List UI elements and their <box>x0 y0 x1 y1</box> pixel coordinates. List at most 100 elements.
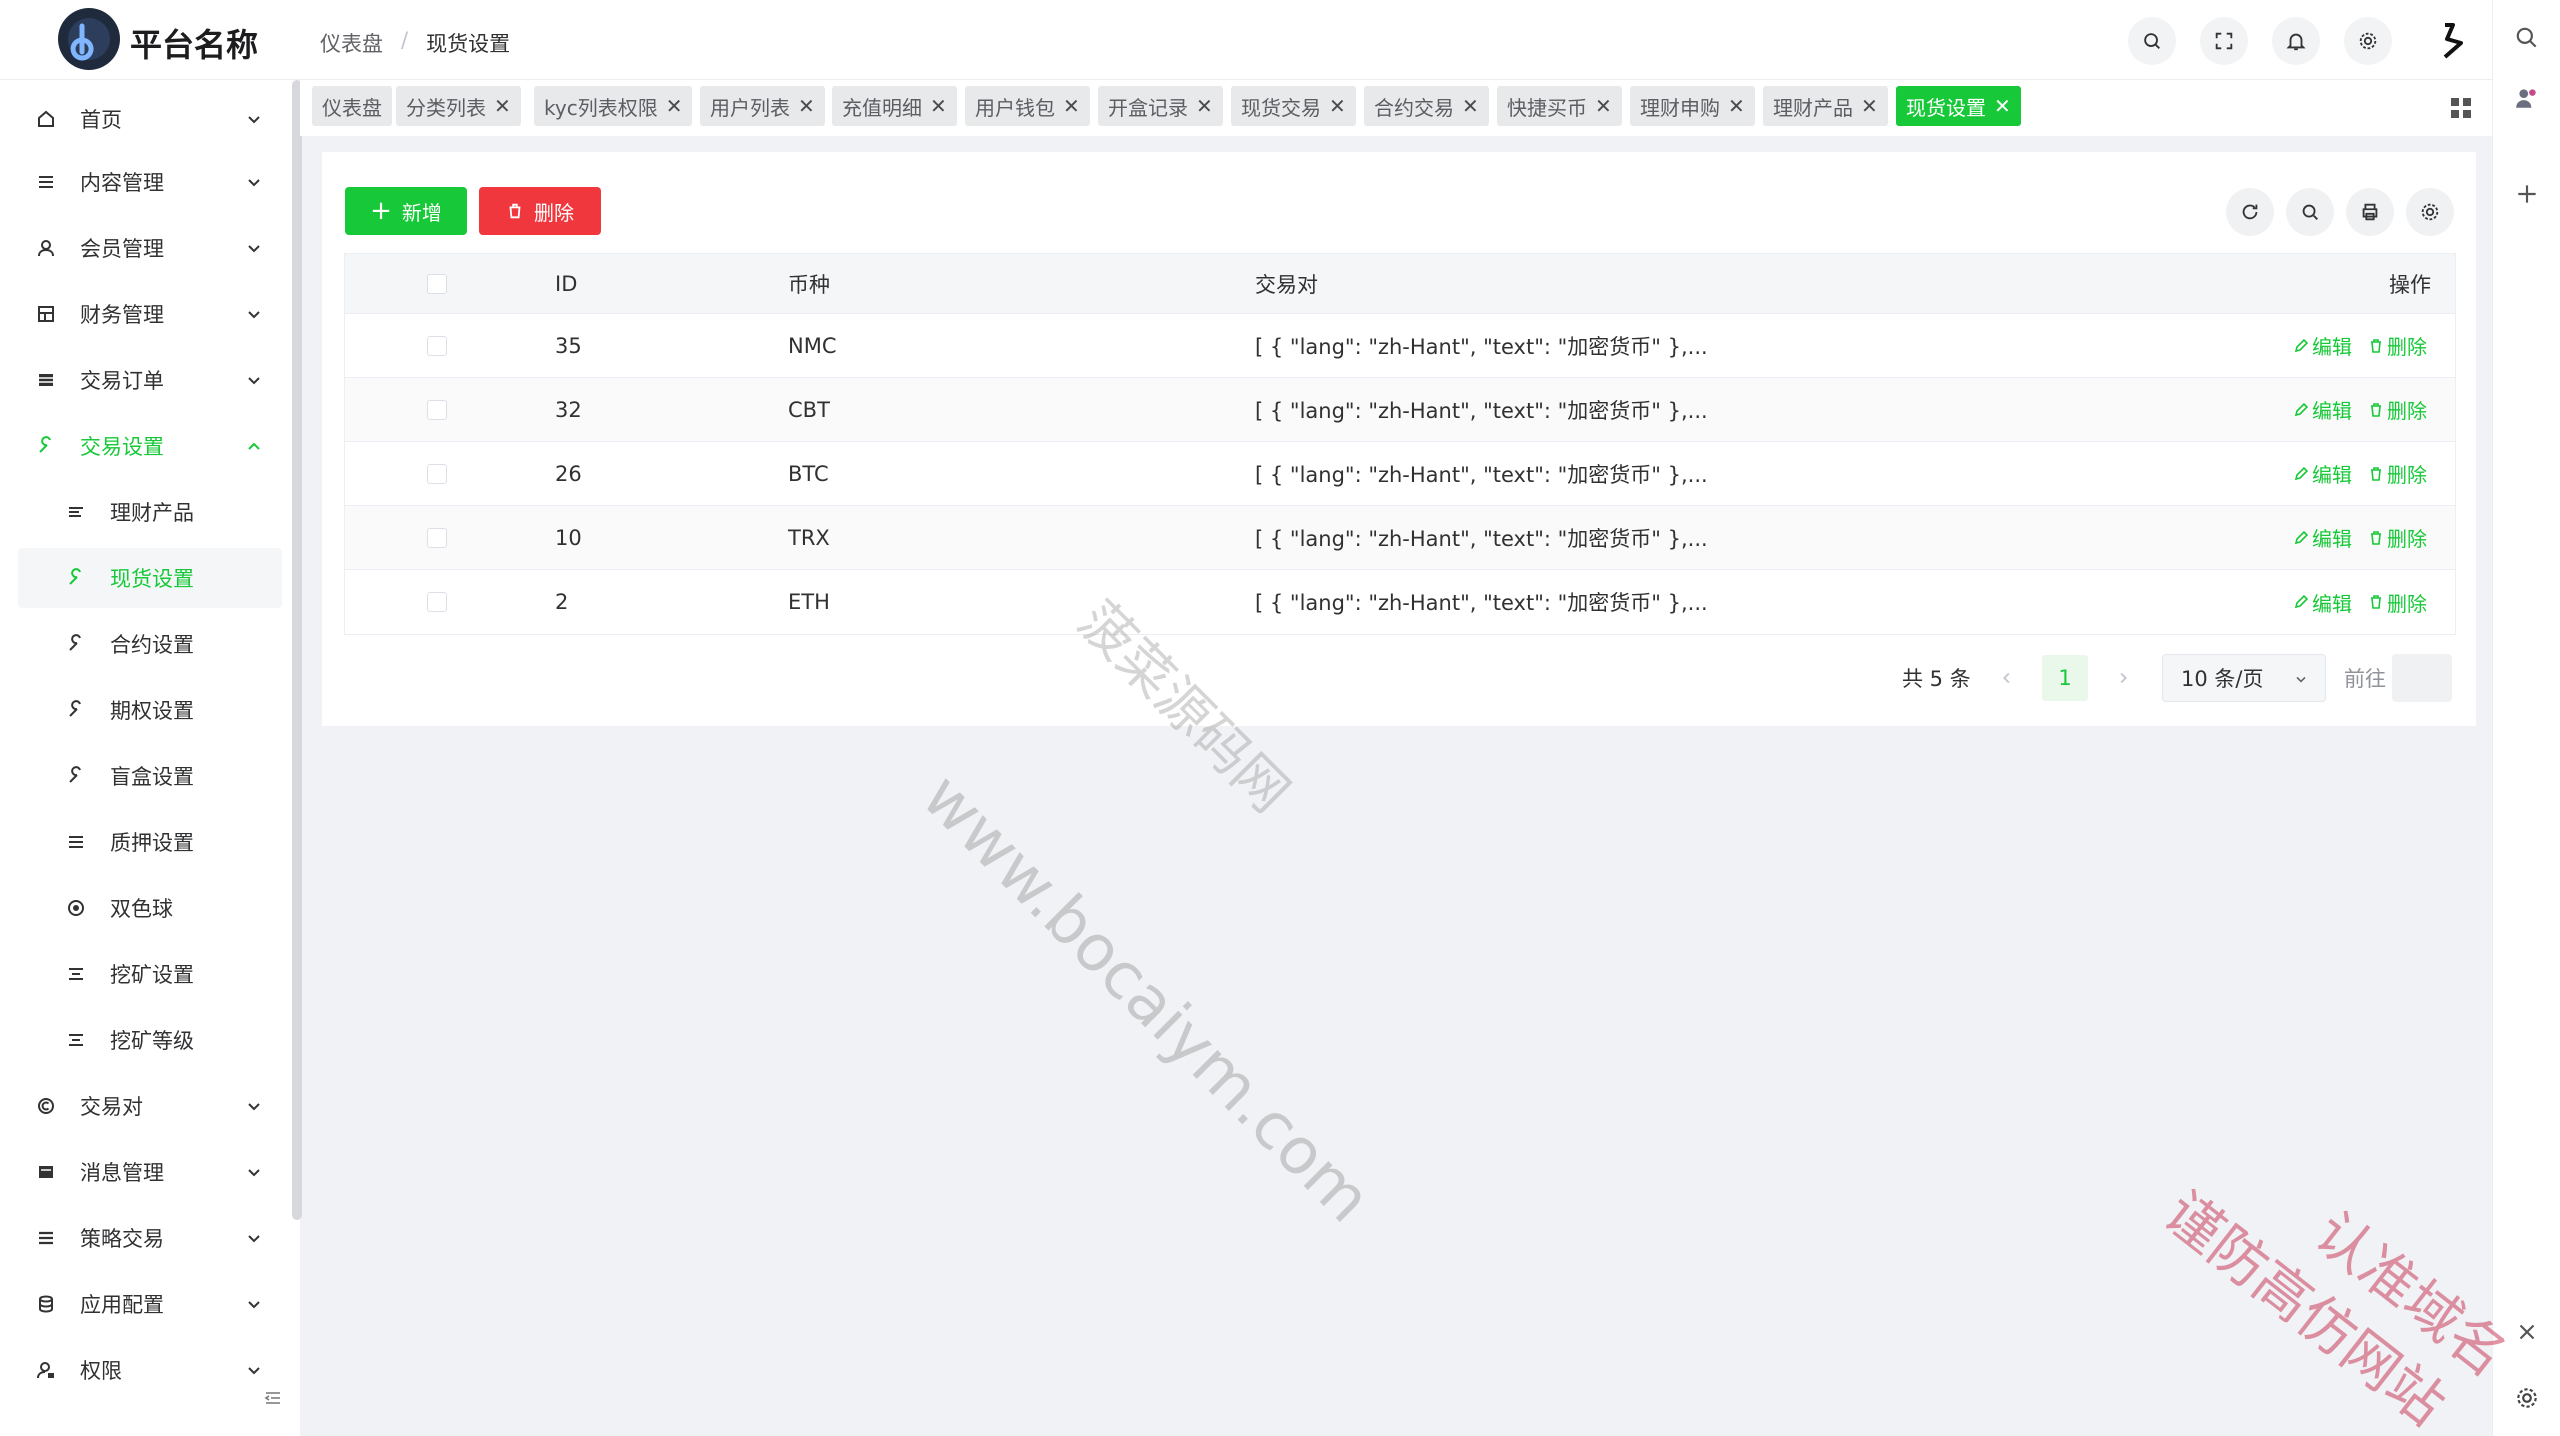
goto-page-input[interactable] <box>2392 654 2452 702</box>
close-icon[interactable]: ✕ <box>1595 94 1612 118</box>
table-row[interactable]: 35 NMC [ { "lang": "zh-Hant", "text": "加… <box>345 314 2455 378</box>
add-button[interactable]: + 新增 <box>345 187 467 235</box>
page-number[interactable]: 1 <box>2042 654 2088 702</box>
edit-button[interactable]: 编辑 <box>2293 459 2352 488</box>
tab-wealth-subscription[interactable]: 理财申购 ✕ <box>1630 86 1755 126</box>
columns-settings-button[interactable] <box>2406 188 2454 236</box>
tab-category-list[interactable]: 分类列表 ✕ <box>396 86 521 126</box>
delete-row-button[interactable]: 删除 <box>2368 395 2427 424</box>
sidebar-item-app-config[interactable]: 应用配置 <box>18 1274 282 1334</box>
tab-kyc-permissions[interactable]: kyc列表权限 ✕ <box>534 86 693 126</box>
delete-row-button[interactable]: 删除 <box>2368 588 2427 617</box>
close-icon[interactable]: ✕ <box>1861 94 1878 118</box>
close-icon[interactable]: ✕ <box>798 94 815 118</box>
search-button[interactable] <box>2128 17 2176 65</box>
side-search-button[interactable] <box>2509 20 2545 56</box>
close-icon[interactable]: ✕ <box>494 94 511 118</box>
tab-spot-trading[interactable]: 现货交易 ✕ <box>1231 86 1356 126</box>
tab-dashboard[interactable]: 仪表盘 <box>312 86 392 126</box>
column-header[interactable]: ID <box>555 254 577 313</box>
sidebar-collapse-button[interactable] <box>258 1383 288 1413</box>
side-add-button[interactable] <box>2509 176 2545 212</box>
close-icon[interactable]: ✕ <box>666 94 683 118</box>
edit-button[interactable]: 编辑 <box>2293 523 2352 552</box>
row-checkbox[interactable] <box>427 463 447 484</box>
next-page-button[interactable] <box>2114 654 2132 702</box>
side-close-button[interactable] <box>2509 1314 2545 1350</box>
close-icon[interactable]: ✕ <box>1329 94 1346 118</box>
close-icon[interactable]: ✕ <box>930 94 947 118</box>
prev-page-button[interactable] <box>1998 654 2016 702</box>
sidebar-item-strategy[interactable]: 策略交易 <box>18 1208 282 1268</box>
column-header[interactable]: 交易对 <box>1255 254 1318 313</box>
sidebar-item-label: 会员管理 <box>80 237 164 261</box>
settings-button[interactable] <box>2344 17 2392 65</box>
sidebar-item-mining-levels[interactable]: 挖矿等级 <box>18 1010 282 1070</box>
tab-quick-buy[interactable]: 快捷买币 ✕ <box>1497 86 1622 126</box>
sidebar-item-permissions[interactable]: 权限 <box>18 1340 282 1400</box>
tab-wealth-products[interactable]: 理财产品 ✕ <box>1763 86 1888 126</box>
table-row[interactable]: 10 TRX [ { "lang": "zh-Hant", "text": "加… <box>345 506 2455 570</box>
table-row[interactable]: 32 CBT [ { "lang": "zh-Hant", "text": "加… <box>345 378 2455 442</box>
side-settings-button[interactable] <box>2509 1380 2545 1416</box>
tabs-menu-icon[interactable] <box>2448 95 2474 121</box>
notification-button[interactable] <box>2272 17 2320 65</box>
sidebar-item-content[interactable]: 内容管理 <box>18 152 282 212</box>
sidebar-item-home[interactable]: 首页 <box>18 89 282 149</box>
page-size-value[interactable]: 10 条/页 <box>2162 654 2326 702</box>
edit-button[interactable]: 编辑 <box>2293 331 2352 360</box>
tab-user-wallet[interactable]: 用户钱包 ✕ <box>965 86 1090 126</box>
print-button[interactable] <box>2346 188 2394 236</box>
close-icon[interactable]: ✕ <box>1063 94 1080 118</box>
close-icon[interactable]: ✕ <box>1994 94 2011 118</box>
sidebar-item-trade-settings[interactable]: 交易设置 <box>18 416 282 476</box>
table-row[interactable]: 2 ETH [ { "lang": "zh-Hant", "text": "加密… <box>345 570 2455 634</box>
close-icon[interactable]: ✕ <box>1196 94 1213 118</box>
close-icon[interactable]: ✕ <box>1462 94 1479 118</box>
sidebar-item-lottery[interactable]: 双色球 <box>18 878 282 938</box>
sidebar-item-finance[interactable]: 财务管理 <box>18 284 282 344</box>
sidebar-item-options-settings[interactable]: 期权设置 <box>18 680 282 740</box>
table-search-button[interactable] <box>2286 188 2334 236</box>
table-row[interactable]: 26 BTC [ { "lang": "zh-Hant", "text": "加… <box>345 442 2455 506</box>
side-users-button[interactable] <box>2509 80 2545 116</box>
sidebar-item-members[interactable]: 会员管理 <box>18 218 282 278</box>
delete-row-button[interactable]: 删除 <box>2368 523 2427 552</box>
sidebar-item-mining-settings[interactable]: 挖矿设置 <box>18 944 282 1004</box>
fullscreen-icon <box>2215 32 2233 50</box>
sidebar-item-contract-settings[interactable]: 合约设置 <box>18 614 282 674</box>
row-checkbox[interactable] <box>427 592 447 612</box>
close-icon[interactable]: ✕ <box>1728 94 1745 118</box>
fullscreen-button[interactable] <box>2200 17 2248 65</box>
tab-contract-trading[interactable]: 合约交易 ✕ <box>1364 86 1489 126</box>
sidebar-item-spot-settings[interactable]: 现货设置 <box>18 548 282 608</box>
row-checkbox[interactable] <box>427 527 447 548</box>
sidebar-item-staking-settings[interactable]: 质押设置 <box>18 812 282 872</box>
tab-recharge-details[interactable]: 充值明细 ✕ <box>832 86 957 126</box>
edit-button[interactable]: 编辑 <box>2293 588 2352 617</box>
page-size-select[interactable]: 10 条/页 <box>2162 654 2326 702</box>
sidebar-scrollbar[interactable] <box>292 80 302 1220</box>
sidebar-item-messages[interactable]: 消息管理 <box>18 1142 282 1202</box>
column-header[interactable]: 币种 <box>788 254 830 313</box>
sidebar-item-orders[interactable]: 交易订单 <box>18 350 282 410</box>
sidebar-item-blindbox-settings[interactable]: 盲盒设置 <box>18 746 282 806</box>
sidebar-item-wealth-products[interactable]: 理财产品 <box>18 482 282 542</box>
delete-row-button[interactable]: 删除 <box>2368 459 2427 488</box>
goto-input-wrap[interactable] <box>2392 654 2452 702</box>
sidebar-item-trading-pairs[interactable]: 交易对 <box>18 1076 282 1136</box>
tab-box-records[interactable]: 开盒记录 ✕ <box>1098 86 1223 126</box>
breadcrumb-item[interactable]: 仪表盘 <box>320 28 383 58</box>
select-all-checkbox[interactable] <box>427 273 447 294</box>
refresh-button[interactable] <box>2226 188 2274 236</box>
row-checkbox[interactable] <box>427 335 447 356</box>
edit-button[interactable]: 编辑 <box>2293 395 2352 424</box>
delete-button[interactable]: 删除 <box>479 187 601 235</box>
delete-row-button[interactable]: 删除 <box>2368 331 2427 360</box>
user-avatar[interactable] <box>2426 14 2480 68</box>
row-checkbox[interactable] <box>427 399 447 420</box>
tab-user-list[interactable]: 用户列表 ✕ <box>700 86 825 126</box>
copyright-icon <box>34 1094 58 1118</box>
page-number-current[interactable]: 1 <box>2042 655 2088 701</box>
tab-spot-settings[interactable]: 现货设置 ✕ <box>1896 86 2021 126</box>
